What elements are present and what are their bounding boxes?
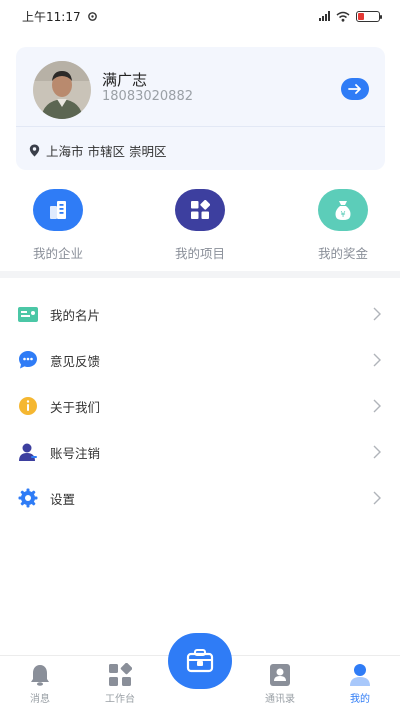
chevron-right-icon: [373, 399, 381, 413]
quick-action-label: 我的企业: [32, 246, 83, 261]
business-card-icon: [18, 306, 38, 322]
company-icon: [50, 201, 66, 219]
tab-messages[interactable]: 消息: [10, 662, 70, 705]
svg-text:¥: ¥: [340, 210, 345, 219]
status-bar: 上午11:17: [0, 0, 400, 32]
chevron-right-icon: [373, 353, 381, 367]
menu-item-label: 账号注销: [50, 445, 101, 461]
toolbox-icon: [186, 649, 214, 673]
chevron-right-icon: [373, 307, 381, 321]
menu-item-label: 我的名片: [50, 307, 101, 323]
contacts-icon: [270, 664, 290, 686]
chevron-right-icon: [373, 445, 381, 459]
profile-icon: [350, 664, 370, 686]
settings-icon: [18, 488, 38, 508]
quick-action-bonus[interactable]: ¥ 我的奖金: [293, 189, 393, 262]
menu-item-business-card[interactable]: 我的名片: [0, 292, 400, 336]
tab-label: 通讯录: [265, 694, 295, 705]
project-icon: [191, 200, 210, 219]
user-name: 满广志: [102, 71, 148, 89]
signal-icon: [319, 11, 330, 21]
menu-item-label: 关于我们: [50, 399, 101, 415]
chevron-right-icon: [373, 491, 381, 505]
menu-item-label: 意见反馈: [50, 353, 101, 369]
quick-action-label: 我的奖金: [317, 246, 368, 261]
tab-label: 消息: [30, 694, 50, 705]
menu-item-settings[interactable]: 设置: [0, 476, 400, 520]
menu-item-about[interactable]: 关于我们: [0, 384, 400, 428]
menu-item-feedback[interactable]: 意见反馈: [0, 338, 400, 382]
tab-contacts[interactable]: 通讯录: [250, 662, 310, 705]
sync-icon: [87, 11, 97, 21]
quick-action-project[interactable]: 我的项目: [150, 189, 250, 262]
account-icon: [19, 443, 37, 461]
wifi-icon: [336, 11, 350, 22]
bonus-icon: ¥: [335, 201, 351, 220]
profile-arrow-button[interactable]: [341, 78, 369, 100]
menu-item-account-cancel[interactable]: 账号注销: [0, 430, 400, 474]
tab-label: 我的: [350, 694, 370, 705]
tab-workbench[interactable]: 工作台: [90, 662, 150, 705]
tab-label: 工作台: [105, 694, 135, 705]
quick-action-label: 我的项目: [174, 246, 225, 261]
feedback-icon: [19, 351, 37, 369]
location-text: 上海市 市辖区 崇明区: [46, 144, 167, 159]
user-phone: 18083020882: [102, 89, 193, 104]
location-row: 上海市 市辖区 崇明区: [29, 141, 166, 160]
info-icon: [19, 397, 37, 415]
menu-item-label: 设置: [50, 491, 76, 507]
location-pin-icon: [29, 144, 40, 157]
bell-icon: [31, 665, 49, 686]
battery-icon: [356, 10, 382, 22]
center-action-button[interactable]: [168, 633, 232, 689]
card-divider: [16, 126, 385, 127]
tab-mine[interactable]: 我的: [330, 662, 390, 705]
avatar[interactable]: [33, 61, 91, 119]
workbench-icon: [109, 663, 132, 686]
status-time: 上午11:17: [22, 9, 81, 24]
arrow-right-icon: [348, 84, 361, 94]
quick-action-company[interactable]: 我的企业: [8, 189, 108, 262]
section-divider: [0, 271, 400, 278]
